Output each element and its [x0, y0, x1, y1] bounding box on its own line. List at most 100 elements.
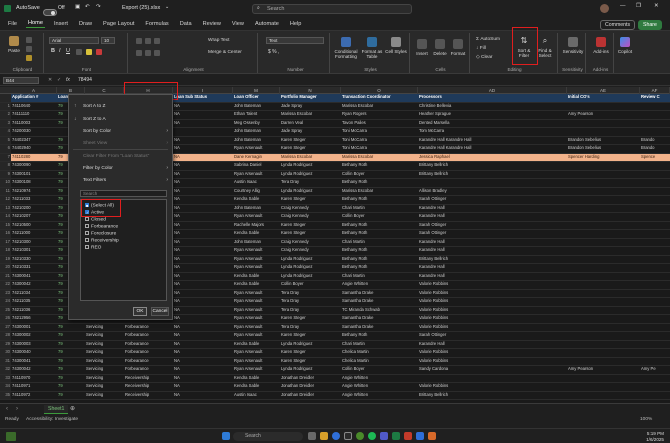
table-cell[interactable] — [640, 383, 670, 391]
row-number[interactable]: 16 — [0, 230, 11, 238]
table-cell[interactable]: Spence — [640, 153, 670, 161]
column-header-af[interactable]: AF — [640, 87, 670, 94]
column-header-ad[interactable]: AD — [418, 87, 567, 94]
table-cell[interactable]: NA — [173, 111, 233, 119]
column-header-c[interactable]: C — [85, 87, 124, 94]
table-cell[interactable]: 74300041 — [11, 273, 57, 281]
table-cell[interactable]: Forbearance — [124, 358, 173, 366]
table-cell[interactable]: Collin Boyer — [341, 366, 418, 374]
add-sheet-icon[interactable]: ⊕ — [70, 405, 75, 412]
table-cell[interactable]: NA — [173, 349, 233, 357]
table-cell[interactable]: John Bateman — [233, 128, 280, 136]
table-cell[interactable]: NA — [173, 171, 233, 179]
table-cell[interactable]: John Bateman — [233, 239, 280, 247]
row-number[interactable]: 32 — [0, 366, 11, 374]
table-cell[interactable] — [567, 341, 640, 349]
cancel-button[interactable]: Cancel — [151, 307, 169, 316]
table-cell[interactable] — [567, 256, 640, 264]
filter-by-color[interactable]: Filter by Color — [83, 166, 113, 171]
cut-icon[interactable] — [26, 37, 32, 43]
table-cell[interactable]: Tera Dray — [280, 324, 341, 332]
table-cell[interactable]: Karen Steger — [280, 230, 341, 238]
copilot-button[interactable]: Copilot — [614, 37, 636, 54]
table-cell[interactable]: 79 — [57, 341, 85, 349]
table-cell[interactable] — [567, 375, 640, 383]
table-cell[interactable]: Receivership — [124, 383, 173, 391]
sheet-tab[interactable]: Sheet1 — [44, 405, 69, 414]
menu-page-layout[interactable]: Page Layout — [101, 20, 136, 28]
table-cell[interactable]: 79 — [57, 375, 85, 383]
table-cell[interactable]: Brittany Bellrich — [418, 392, 567, 400]
row-number[interactable]: 21 — [0, 272, 11, 280]
row-number[interactable]: 13 — [0, 204, 11, 212]
table-cell[interactable]: NA — [173, 332, 233, 340]
table-cell[interactable]: 74212956 — [11, 315, 57, 323]
fill-button[interactable]: ↓ Fill — [476, 46, 486, 51]
table-cell[interactable]: 74110970 — [11, 375, 57, 383]
table-cell[interactable]: NA — [173, 298, 233, 306]
italic-icon[interactable]: I — [59, 48, 61, 54]
table-cell[interactable]: Ryan Arsenault — [233, 264, 280, 272]
table-cell[interactable]: NA — [173, 341, 233, 349]
table-cell[interactable] — [567, 349, 640, 357]
table-cell[interactable]: 74110280 — [11, 153, 57, 161]
table-cell[interactable]: Bethany Roth — [341, 332, 418, 340]
table-cell[interactable]: NA — [173, 358, 233, 366]
table-cell[interactable]: Ryan Arsenault — [233, 324, 280, 332]
table-cell[interactable]: Ryan Arsenault — [233, 171, 280, 179]
row-number[interactable]: 33 — [0, 374, 11, 382]
table-cell[interactable]: Toni McCarra — [341, 128, 418, 136]
header-cell[interactable]: Initial CO's — [567, 94, 640, 102]
table-cell[interactable] — [640, 205, 670, 213]
font-size-select[interactable]: 10 — [101, 37, 115, 44]
sort-a-to-z[interactable]: Sort A to Z — [83, 104, 105, 109]
table-cell[interactable]: Amy Pearson — [567, 366, 640, 374]
table-cell[interactable]: 74210500 — [11, 222, 57, 230]
table-cell[interactable] — [640, 290, 670, 298]
sort-z-to-a[interactable]: Sort Z to A — [83, 117, 106, 122]
table-cell[interactable] — [567, 247, 640, 255]
table-cell[interactable]: Jade Spray — [280, 103, 341, 111]
table-cell[interactable] — [567, 213, 640, 221]
table-cell[interactable]: 74211034 — [11, 290, 57, 298]
table-cell[interactable] — [640, 281, 670, 289]
row-number[interactable]: 10 — [0, 179, 11, 187]
row-number[interactable]: 27 — [0, 323, 11, 331]
table-cell[interactable] — [640, 315, 670, 323]
align-bottom-icon[interactable] — [154, 38, 160, 44]
table-cell[interactable]: Receivership — [124, 375, 173, 383]
prev-sheet-icon[interactable]: ‹ — [6, 406, 8, 412]
table-cell[interactable]: Valorie Robbins — [418, 290, 567, 298]
table-cell[interactable]: NA — [173, 264, 233, 272]
menu-help[interactable]: Help — [288, 20, 304, 28]
ok-button[interactable]: OK — [133, 307, 147, 316]
title-chevron-down-icon[interactable]: ⌄ — [165, 4, 169, 10]
table-cell[interactable] — [567, 171, 640, 179]
table-cell[interactable]: Chari Martin — [341, 341, 418, 349]
table-cell[interactable] — [567, 222, 640, 230]
table-cell[interactable]: NA — [173, 145, 233, 153]
table-cell[interactable]: Dane Kernagin — [233, 153, 280, 161]
table-cell[interactable]: Kendra Sable — [233, 383, 280, 391]
row-number[interactable]: 9 — [0, 170, 11, 178]
table-cell[interactable]: Kendra Sable — [233, 273, 280, 281]
table-cell[interactable] — [567, 358, 640, 366]
menu-file[interactable]: File — [6, 20, 19, 28]
table-cell[interactable]: Rachelle Majors — [233, 222, 280, 230]
table-cell[interactable]: 74210300 — [11, 239, 57, 247]
format-as-table-button[interactable]: Format as Table — [360, 37, 384, 59]
table-cell[interactable] — [567, 239, 640, 247]
table-cell[interactable]: NA — [173, 230, 233, 238]
table-cell[interactable]: Servicing — [85, 358, 124, 366]
weather-icon[interactable] — [6, 432, 16, 441]
app-icon-red[interactable] — [404, 432, 412, 440]
table-cell[interactable]: Servicing — [85, 366, 124, 374]
table-cell[interactable]: Collin Boyer — [280, 281, 341, 289]
table-cell[interactable] — [567, 332, 640, 340]
table-cell[interactable]: 74402940 — [11, 145, 57, 153]
table-cell[interactable]: Sarah Ottinger — [418, 196, 567, 204]
option-foreclosure[interactable]: Foreclosure — [85, 231, 116, 236]
undo-icon[interactable]: ↶ — [85, 4, 90, 10]
table-cell[interactable]: Ryan Arsenault — [233, 332, 280, 340]
table-cell[interactable]: Bethany Roth — [341, 196, 418, 204]
